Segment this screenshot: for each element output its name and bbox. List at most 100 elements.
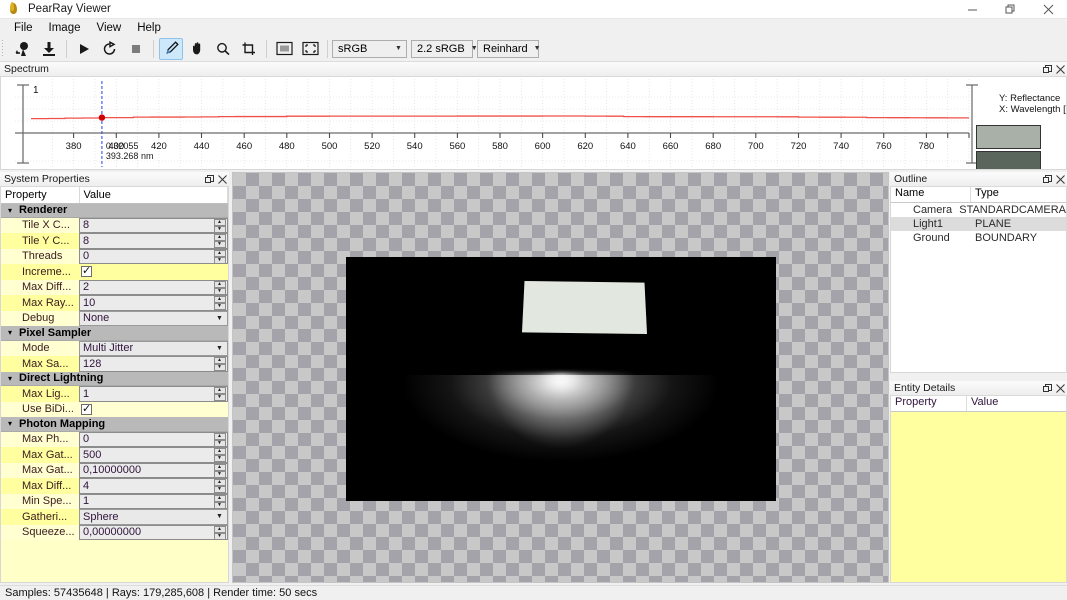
value-editbox[interactable]: 8 ▲ ▼ — [79, 233, 228, 249]
float-icon[interactable] — [1041, 63, 1054, 76]
pan-tool-icon[interactable] — [185, 38, 209, 60]
property-value-cell[interactable]: 1 ▲ ▼ — [79, 493, 228, 509]
close-button[interactable] — [1029, 0, 1067, 19]
menu-help[interactable]: Help — [129, 21, 169, 35]
value-dropdown[interactable]: Multi Jitter ▼ — [79, 340, 228, 356]
system-properties-body[interactable]: Property Value ▾ Renderer Tile X C... 8 ▲ ▼ Tile… — [0, 187, 229, 583]
property-row[interactable]: Max Ray... 10 ▲ ▼ — [1, 295, 228, 311]
menu-file[interactable]: File — [6, 21, 41, 35]
play-render-icon[interactable] — [72, 38, 96, 60]
value-editbox[interactable]: 128 ▲ ▼ — [79, 356, 228, 372]
close-icon[interactable] — [1054, 173, 1067, 186]
property-row[interactable]: Max Ph... 0 ▲ ▼ — [1, 431, 228, 447]
spinner-buttons[interactable]: ▲ ▼ — [213, 432, 226, 447]
close-icon[interactable] — [216, 173, 229, 186]
value-checkbox-cell[interactable] — [79, 264, 228, 280]
property-group-row[interactable]: ▾ Pixel Sampler — [1, 326, 228, 341]
property-value-cell[interactable]: 4 ▲ ▼ — [79, 478, 228, 494]
spinner-buttons[interactable]: ▲ ▼ — [213, 218, 226, 233]
zoom-tool-icon[interactable] — [211, 38, 235, 60]
spinner-buttons[interactable]: ▲ ▼ — [213, 525, 226, 540]
maximize-button[interactable] — [991, 0, 1029, 19]
spinner-buttons[interactable]: ▲ ▼ — [213, 463, 226, 478]
stop-render-icon[interactable] — [124, 38, 148, 60]
outline-row[interactable]: Light1 PLANE — [891, 217, 1066, 231]
property-row[interactable]: Threads 0 ▲ ▼ — [1, 248, 228, 264]
value-editbox[interactable]: 2 ▲ ▼ — [79, 279, 228, 295]
chevron-down-icon[interactable]: ▾ — [1, 374, 19, 383]
property-row[interactable]: Max Diff... 4 ▲ ▼ — [1, 478, 228, 494]
property-row[interactable]: Max Gat... 500 ▲ ▼ — [1, 447, 228, 463]
spinner-buttons[interactable]: ▲ ▼ — [213, 448, 226, 462]
spinner-buttons[interactable]: ▲ ▼ — [213, 387, 226, 401]
fit-to-window-icon[interactable] — [272, 38, 296, 60]
fit-selection-icon[interactable] — [298, 38, 322, 60]
value-editbox[interactable]: 500 ▲ ▼ — [79, 447, 228, 463]
property-group-row[interactable]: ▾ Renderer — [1, 203, 228, 218]
value-dropdown[interactable]: None ▼ — [79, 310, 228, 326]
property-row[interactable]: Squeeze... 0,00000000 ▲ ▼ — [1, 524, 228, 540]
value-editbox[interactable]: 1 ▲ ▼ — [79, 493, 228, 509]
value-editbox[interactable]: 8 ▲ ▼ — [79, 217, 228, 233]
property-row[interactable]: Max Diff... 2 ▲ ▼ — [1, 279, 228, 295]
value-editbox[interactable]: 0 ▲ ▼ — [79, 248, 228, 264]
property-value-cell[interactable]: 0 ▲ ▼ — [79, 248, 228, 264]
float-icon[interactable] — [1041, 382, 1054, 395]
minimize-button[interactable] — [953, 0, 991, 19]
property-row[interactable]: Max Gat... 0,10000000 ▲ ▼ — [1, 462, 228, 478]
spinner-buttons[interactable]: ▲ ▼ — [213, 249, 226, 264]
restart-render-icon[interactable] — [98, 38, 122, 60]
color-picker-icon[interactable] — [159, 37, 183, 60]
outline-body[interactable]: Name Type Camera STANDARDCAMERA Light1 PLAN… — [890, 187, 1067, 373]
close-icon[interactable] — [1054, 382, 1067, 395]
property-value-cell[interactable]: 8 ▲ ▼ — [79, 217, 228, 233]
menu-view[interactable]: View — [89, 21, 130, 35]
spinner-buttons[interactable]: ▲ ▼ — [213, 280, 226, 295]
property-group-row[interactable]: ▾ Direct Lightning — [1, 371, 228, 386]
property-value-cell[interactable]: 0,10000000 ▲ ▼ — [79, 462, 228, 478]
spinner-buttons[interactable]: ▲ ▼ — [213, 296, 226, 310]
value-editbox[interactable]: 4 ▲ ▼ — [79, 478, 228, 494]
spinner-buttons[interactable]: ▲ ▼ — [213, 494, 226, 509]
chevron-down-icon[interactable]: ▾ — [1, 328, 19, 337]
property-value-cell[interactable]: 128 ▲ ▼ — [79, 356, 228, 372]
spinner-buttons[interactable]: ▲ ▼ — [213, 479, 226, 493]
value-editbox[interactable]: 0 ▲ ▼ — [79, 431, 228, 447]
value-editbox[interactable]: 0,10000000 ▲ ▼ — [79, 462, 228, 478]
spectrum-plot[interactable]: 1 380 400 420 440 460 480 500 520 540 560 580 600 620… — [1, 77, 1066, 169]
value-editbox[interactable]: 0,00000000 ▲ ▼ — [79, 524, 228, 540]
property-row[interactable]: Max Lig... 1 ▲ ▼ — [1, 385, 228, 402]
outline-row[interactable]: Camera STANDARDCAMERA — [891, 203, 1066, 217]
property-value-cell[interactable]: None ▼ — [79, 310, 228, 326]
value-editbox[interactable]: 10 ▲ ▼ — [79, 295, 228, 311]
close-icon[interactable] — [1054, 63, 1067, 76]
chevron-down-icon[interactable]: ▾ — [1, 206, 19, 215]
property-value-cell[interactable]: 8 ▲ ▼ — [79, 233, 228, 249]
open-scene-icon[interactable] — [11, 38, 35, 60]
property-row[interactable]: Mode Multi Jitter ▼ — [1, 340, 228, 356]
checkbox[interactable] — [81, 402, 92, 415]
colorspace-select[interactable]: sRGB ▼ — [332, 39, 407, 58]
float-icon[interactable] — [1041, 173, 1054, 186]
property-value-cell[interactable]: 2 ▲ ▼ — [79, 279, 228, 295]
property-value-cell[interactable]: Multi Jitter ▼ — [79, 340, 228, 356]
value-checkbox-cell[interactable] — [79, 401, 228, 417]
property-row[interactable]: Min Spe... 1 ▲ ▼ — [1, 493, 228, 509]
spinner-buttons[interactable]: ▲ ▼ — [213, 234, 226, 248]
property-value-cell[interactable]: 0 ▲ ▼ — [79, 431, 228, 447]
property-row[interactable]: Gatheri... Sphere ▼ — [1, 509, 228, 525]
checkbox[interactable] — [81, 264, 92, 278]
property-value-cell[interactable]: 10 ▲ ▼ — [79, 295, 228, 311]
property-row[interactable]: Increme... — [1, 264, 228, 280]
property-value-cell[interactable]: 1 ▲ ▼ — [79, 385, 228, 402]
spinner-buttons[interactable]: ▲ ▼ — [213, 357, 226, 371]
property-group-row[interactable]: ▾ Photon Mapping — [1, 417, 228, 432]
crop-tool-icon[interactable] — [237, 38, 261, 60]
property-row[interactable]: Use BiDi... — [1, 401, 228, 417]
chevron-down-icon[interactable]: ▾ — [1, 419, 19, 428]
property-value-cell[interactable]: Sphere ▼ — [79, 509, 228, 525]
render-canvas[interactable] — [232, 172, 889, 583]
menu-image[interactable]: Image — [41, 21, 89, 35]
float-icon[interactable] — [203, 173, 216, 186]
tonemapper-select[interactable]: Reinhard ▼ — [477, 39, 541, 58]
